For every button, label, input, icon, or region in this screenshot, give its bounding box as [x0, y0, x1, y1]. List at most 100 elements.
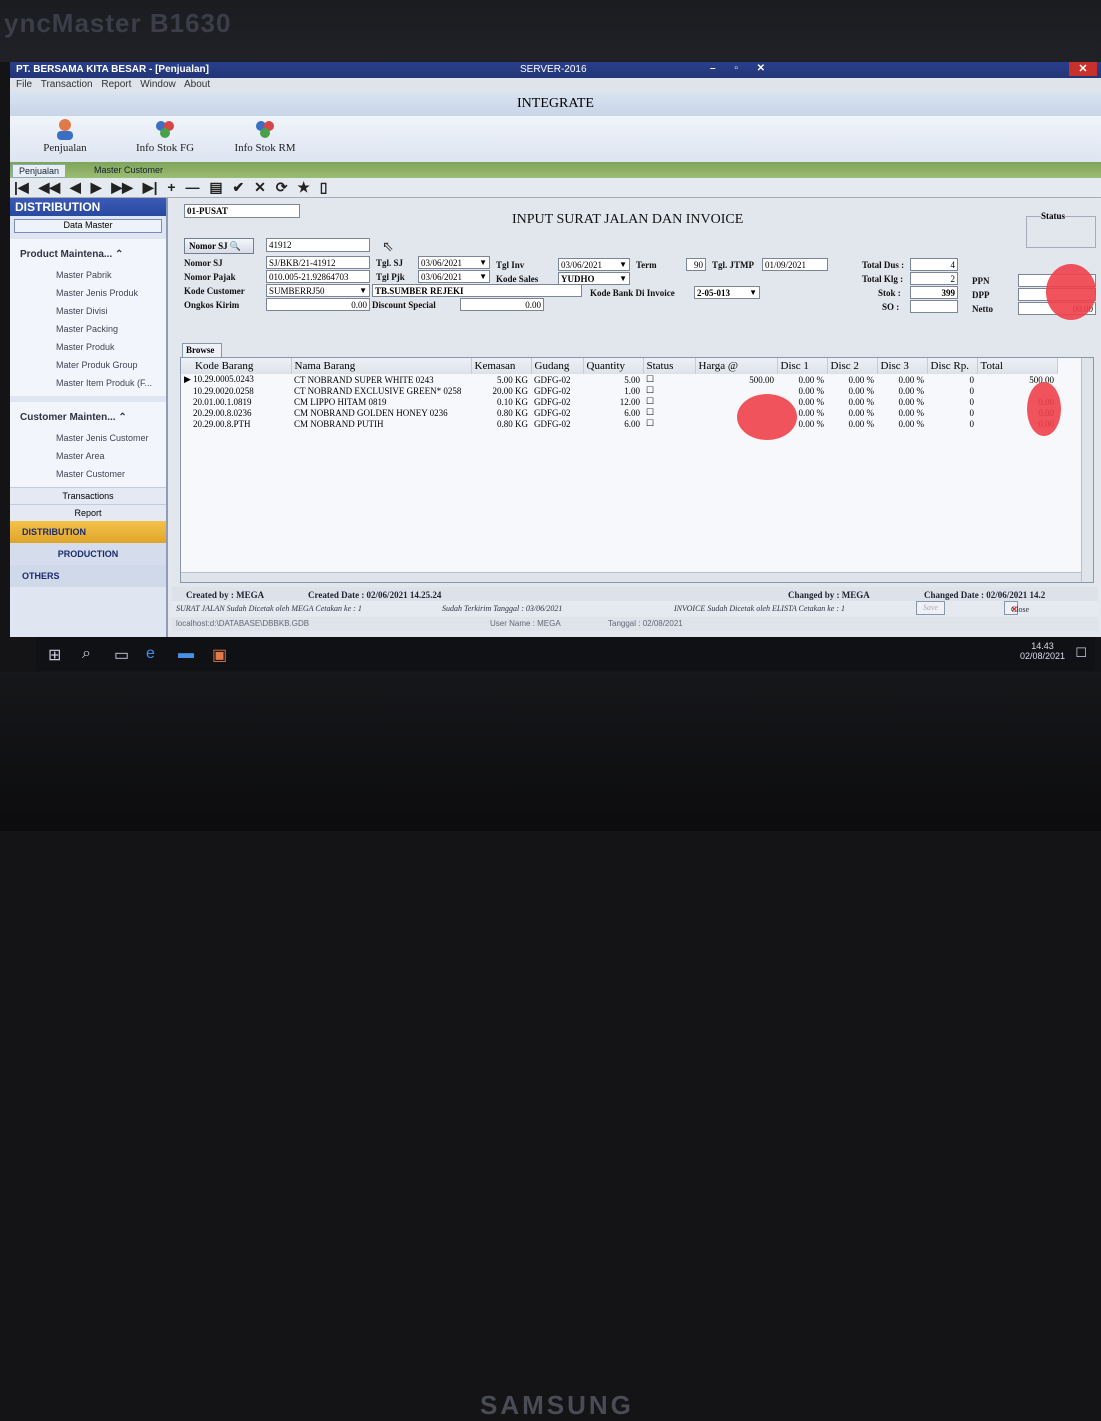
remote-desktop-icon[interactable]: ▣: [212, 645, 227, 665]
file-explorer-icon[interactable]: ▬: [178, 645, 194, 663]
kode-sales-select[interactable]: YUDHO ▼: [558, 272, 630, 285]
nomor-pajak-field[interactable]: 010.005-21.92864703: [266, 270, 370, 283]
filter-button[interactable]: ▯: [320, 179, 328, 195]
table-row[interactable]: 10.29.0020.0258 CT NOBRAND EXCLUSIVE GRE…: [181, 385, 1057, 396]
so-field[interactable]: [910, 300, 958, 313]
sidebar-item-master-area[interactable]: Master Area: [10, 447, 166, 465]
windows-start-icon[interactable]: ⊞: [48, 645, 61, 665]
post-record-button[interactable]: ✔: [232, 179, 244, 195]
nomor-sj-field[interactable]: SJ/BKB/21-41912: [266, 256, 370, 269]
table-row[interactable]: 20.29.00.8.PTH CM NOBRAND PUTIH 0.80 KG …: [181, 418, 1057, 429]
col-kode-barang[interactable]: Kode Barang: [181, 358, 292, 374]
tab-master-customer[interactable]: Master Customer: [88, 164, 169, 176]
last-record-button[interactable]: ▶|: [143, 179, 158, 195]
monitor-brand-logo: SAMSUNG: [480, 1390, 634, 1420]
table-row[interactable]: ▶ 10.29.0005.0243 CT NOBRAND SUPER WHITE…: [181, 374, 1057, 385]
branch-field[interactable]: 01-PUSAT: [184, 204, 300, 218]
total-klg-field[interactable]: 2: [910, 272, 958, 285]
sidebar-item-master-divisi[interactable]: Master Divisi: [10, 302, 166, 320]
col-total[interactable]: Total: [977, 358, 1058, 374]
sidebar-item-master-pabrik[interactable]: Master Pabrik: [10, 266, 166, 284]
term-field[interactable]: 90: [686, 258, 706, 271]
notification-icon[interactable]: ☐: [1075, 645, 1087, 661]
tab-browse[interactable]: Browse: [182, 343, 222, 357]
prev-record-button[interactable]: ◀: [70, 179, 81, 195]
status-checkbox[interactable]: ☐: [643, 418, 695, 429]
sidebar-item-master-item-produk[interactable]: Master Item Produk (F...: [10, 374, 166, 392]
customer-name-field[interactable]: TB.SUMBER REJEKI: [372, 284, 582, 297]
edit-record-button[interactable]: ▤: [209, 179, 222, 195]
col-status[interactable]: Status: [643, 358, 696, 374]
status-checkbox[interactable]: ☐: [643, 374, 695, 385]
col-harga[interactable]: Harga @: [695, 358, 778, 374]
cancel-record-button[interactable]: ✕: [254, 179, 266, 195]
ribbon-penjualan-button[interactable]: Penjualan: [20, 118, 110, 160]
first-record-button[interactable]: |◀: [14, 179, 29, 195]
search-icon[interactable]: ⌕: [82, 645, 91, 663]
col-disc-rp[interactable]: Disc Rp.: [927, 358, 978, 374]
sidebar-item-master-packing[interactable]: Master Packing: [10, 320, 166, 338]
menu-transaction[interactable]: Transaction: [41, 79, 93, 90]
delete-record-button[interactable]: —: [185, 179, 199, 195]
product-maintenance-title[interactable]: Product Maintena... ⌃: [10, 243, 166, 266]
col-gudang[interactable]: Gudang: [531, 358, 584, 374]
total-dus-field[interactable]: 4: [910, 258, 958, 271]
status-checkbox[interactable]: ☐: [643, 407, 695, 418]
ribbon-info-stok-rm-button[interactable]: Info Stok RM: [220, 118, 310, 160]
discount-special-field[interactable]: 0.00: [460, 298, 544, 311]
menu-window[interactable]: Window: [140, 79, 176, 90]
data-master-button[interactable]: Data Master: [14, 219, 162, 233]
nomor-sj-search-button[interactable]: Nomor SJ 🔍: [184, 238, 254, 254]
sidebar-item-master-customer[interactable]: Master Customer: [10, 465, 166, 483]
col-disc1[interactable]: Disc 1: [777, 358, 828, 374]
sidebar-report[interactable]: Report: [10, 504, 166, 521]
sidebar-others-bar[interactable]: OTHERS: [10, 565, 166, 587]
tgl-pjk-field[interactable]: 03/06/2021 ▼: [418, 270, 490, 283]
tgl-sj-field[interactable]: 03/06/2021 ▼: [418, 256, 490, 269]
prev-page-button[interactable]: ◀◀: [39, 179, 61, 195]
table-row[interactable]: 20.29.00.8.0236 CM NOBRAND GOLDEN HONEY …: [181, 407, 1057, 418]
sidebar-item-jenis-customer[interactable]: Master Jenis Customer: [10, 429, 166, 447]
tgl-inv-field[interactable]: 03/06/2021 ▼: [558, 258, 630, 271]
close-window-button[interactable]: ✕: [1069, 62, 1097, 76]
col-disc2[interactable]: Disc 2: [827, 358, 878, 374]
menu-file[interactable]: File: [16, 79, 32, 90]
close-button[interactable]: ✕ Close: [1004, 601, 1029, 615]
table-row[interactable]: 20.01.00.1.0819 CM LIPPO HITAM 0819 0.10…: [181, 396, 1057, 407]
edge-browser-icon[interactable]: e: [146, 645, 155, 663]
remote-window-controls[interactable]: – ▫ ✕: [710, 63, 773, 74]
taskbar-clock[interactable]: 14.43 02/08/2021: [1020, 641, 1065, 661]
sidebar-item-produk-group[interactable]: Mater Produk Group: [10, 356, 166, 374]
task-view-icon[interactable]: ▭: [114, 645, 129, 665]
col-quantity[interactable]: Quantity: [583, 358, 644, 374]
next-record-button[interactable]: ▶: [91, 179, 102, 195]
col-disc3[interactable]: Disc 3: [877, 358, 928, 374]
tgl-jtmp-field[interactable]: 01/09/2021: [762, 258, 828, 271]
col-kemasan[interactable]: Kemasan: [471, 358, 532, 374]
bookmark-icon[interactable]: ★: [297, 179, 310, 195]
grid-horizontal-scrollbar[interactable]: [181, 572, 1081, 582]
next-page-button[interactable]: ▶▶: [111, 179, 133, 195]
sidebar-production-bar[interactable]: PRODUCTION: [10, 543, 166, 565]
status-checkbox[interactable]: ☐: [643, 396, 695, 407]
stok-field[interactable]: 399: [910, 286, 958, 299]
kode-customer-select[interactable]: SUMBERRJ50 ▼: [266, 284, 370, 297]
menu-report[interactable]: Report: [101, 79, 131, 90]
save-button[interactable]: Save: [916, 601, 946, 615]
kode-bank-select[interactable]: 2-05-013 ▼: [694, 286, 760, 299]
menu-about[interactable]: About: [184, 79, 210, 90]
nomor-sj-search-field[interactable]: 41912: [266, 238, 370, 252]
col-nama-barang[interactable]: Nama Barang: [291, 358, 472, 374]
ribbon-info-stok-fg-button[interactable]: Info Stok FG: [120, 118, 210, 160]
sidebar-distribution-bar[interactable]: DISTRIBUTION: [10, 521, 166, 543]
refresh-button[interactable]: ⟳: [276, 179, 288, 195]
sidebar-item-master-jenis-produk[interactable]: Master Jenis Produk: [10, 284, 166, 302]
tab-penjualan[interactable]: Penjualan: [12, 164, 67, 178]
ongkos-kirim-field[interactable]: 0.00: [266, 298, 370, 311]
status-checkbox[interactable]: ☐: [643, 385, 695, 396]
add-record-button[interactable]: +: [167, 179, 175, 195]
sidebar-transactions[interactable]: Transactions: [10, 487, 166, 504]
customer-maintenance-title[interactable]: Customer Mainten... ⌃: [10, 406, 166, 429]
grid-vertical-scrollbar[interactable]: [1081, 358, 1093, 582]
sidebar-item-master-produk[interactable]: Master Produk: [10, 338, 166, 356]
